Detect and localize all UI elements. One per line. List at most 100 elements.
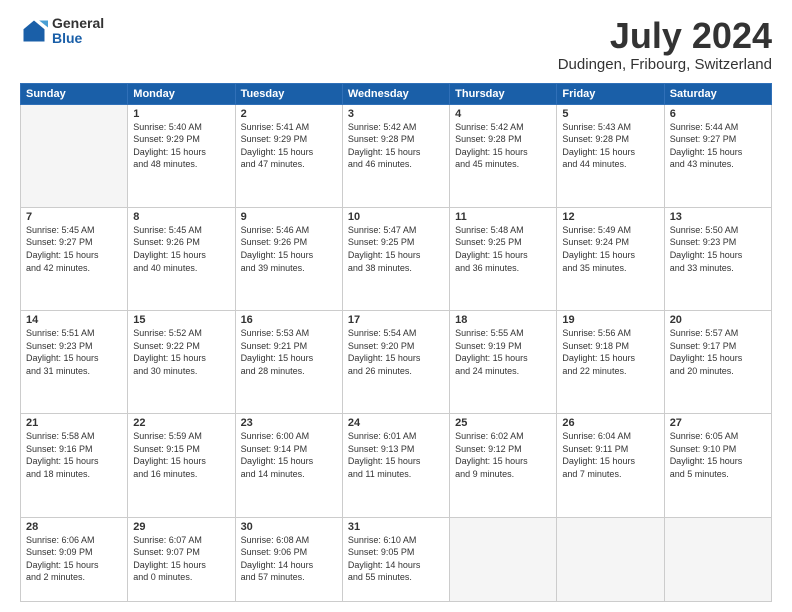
day-number: 13 xyxy=(670,211,766,223)
calendar-cell: 29Sunrise: 6:07 AM Sunset: 9:07 PM Dayli… xyxy=(128,517,235,601)
day-info: Sunrise: 5:45 AM Sunset: 9:26 PM Dayligh… xyxy=(133,224,229,274)
day-info: Sunrise: 5:45 AM Sunset: 9:27 PM Dayligh… xyxy=(26,224,122,274)
day-number: 4 xyxy=(455,108,551,120)
calendar-cell: 20Sunrise: 5:57 AM Sunset: 9:17 PM Dayli… xyxy=(664,311,771,414)
week-row-1: 1Sunrise: 5:40 AM Sunset: 9:29 PM Daylig… xyxy=(21,104,772,207)
calendar-cell xyxy=(557,517,664,601)
day-info: Sunrise: 6:06 AM Sunset: 9:09 PM Dayligh… xyxy=(26,534,122,584)
day-number: 19 xyxy=(562,314,658,326)
calendar-cell: 22Sunrise: 5:59 AM Sunset: 9:15 PM Dayli… xyxy=(128,414,235,517)
logo-blue: Blue xyxy=(52,31,104,46)
week-row-3: 14Sunrise: 5:51 AM Sunset: 9:23 PM Dayli… xyxy=(21,311,772,414)
day-info: Sunrise: 5:53 AM Sunset: 9:21 PM Dayligh… xyxy=(241,327,337,377)
day-info: Sunrise: 5:57 AM Sunset: 9:17 PM Dayligh… xyxy=(670,327,766,377)
calendar-cell: 8Sunrise: 5:45 AM Sunset: 9:26 PM Daylig… xyxy=(128,207,235,310)
day-number: 1 xyxy=(133,108,229,120)
calendar-cell: 7Sunrise: 5:45 AM Sunset: 9:27 PM Daylig… xyxy=(21,207,128,310)
day-number: 25 xyxy=(455,417,551,429)
day-info: Sunrise: 5:54 AM Sunset: 9:20 PM Dayligh… xyxy=(348,327,444,377)
calendar-cell: 15Sunrise: 5:52 AM Sunset: 9:22 PM Dayli… xyxy=(128,311,235,414)
calendar-cell: 28Sunrise: 6:06 AM Sunset: 9:09 PM Dayli… xyxy=(21,517,128,601)
calendar-cell: 9Sunrise: 5:46 AM Sunset: 9:26 PM Daylig… xyxy=(235,207,342,310)
day-info: Sunrise: 5:50 AM Sunset: 9:23 PM Dayligh… xyxy=(670,224,766,274)
calendar-cell: 1Sunrise: 5:40 AM Sunset: 9:29 PM Daylig… xyxy=(128,104,235,207)
day-number: 28 xyxy=(26,521,122,533)
logo: General Blue xyxy=(20,16,104,47)
calendar-cell: 12Sunrise: 5:49 AM Sunset: 9:24 PM Dayli… xyxy=(557,207,664,310)
day-number: 16 xyxy=(241,314,337,326)
day-number: 22 xyxy=(133,417,229,429)
day-number: 6 xyxy=(670,108,766,120)
day-info: Sunrise: 5:56 AM Sunset: 9:18 PM Dayligh… xyxy=(562,327,658,377)
day-number: 12 xyxy=(562,211,658,223)
calendar-cell: 2Sunrise: 5:41 AM Sunset: 9:29 PM Daylig… xyxy=(235,104,342,207)
calendar-cell: 3Sunrise: 5:42 AM Sunset: 9:28 PM Daylig… xyxy=(342,104,449,207)
calendar-cell: 24Sunrise: 6:01 AM Sunset: 9:13 PM Dayli… xyxy=(342,414,449,517)
day-info: Sunrise: 5:51 AM Sunset: 9:23 PM Dayligh… xyxy=(26,327,122,377)
logo-general: General xyxy=(52,16,104,31)
day-number: 21 xyxy=(26,417,122,429)
calendar-cell xyxy=(450,517,557,601)
day-info: Sunrise: 5:52 AM Sunset: 9:22 PM Dayligh… xyxy=(133,327,229,377)
day-number: 2 xyxy=(241,108,337,120)
day-info: Sunrise: 5:43 AM Sunset: 9:28 PM Dayligh… xyxy=(562,121,658,171)
day-number: 26 xyxy=(562,417,658,429)
location: Dudingen, Fribourg, Switzerland xyxy=(558,56,772,73)
header: General Blue July 2024 Dudingen, Fribour… xyxy=(20,16,772,73)
day-info: Sunrise: 5:58 AM Sunset: 9:16 PM Dayligh… xyxy=(26,430,122,480)
day-number: 23 xyxy=(241,417,337,429)
day-info: Sunrise: 6:04 AM Sunset: 9:11 PM Dayligh… xyxy=(562,430,658,480)
calendar-cell: 26Sunrise: 6:04 AM Sunset: 9:11 PM Dayli… xyxy=(557,414,664,517)
week-row-2: 7Sunrise: 5:45 AM Sunset: 9:27 PM Daylig… xyxy=(21,207,772,310)
calendar-cell: 4Sunrise: 5:42 AM Sunset: 9:28 PM Daylig… xyxy=(450,104,557,207)
day-info: Sunrise: 5:42 AM Sunset: 9:28 PM Dayligh… xyxy=(348,121,444,171)
calendar-cell xyxy=(21,104,128,207)
calendar-cell xyxy=(664,517,771,601)
day-number: 10 xyxy=(348,211,444,223)
col-friday: Friday xyxy=(557,83,664,104)
calendar-table: Sunday Monday Tuesday Wednesday Thursday… xyxy=(20,83,772,602)
header-row: Sunday Monday Tuesday Wednesday Thursday… xyxy=(21,83,772,104)
day-number: 5 xyxy=(562,108,658,120)
col-tuesday: Tuesday xyxy=(235,83,342,104)
day-number: 29 xyxy=(133,521,229,533)
logo-text: General Blue xyxy=(52,16,104,47)
day-info: Sunrise: 5:44 AM Sunset: 9:27 PM Dayligh… xyxy=(670,121,766,171)
calendar-cell: 31Sunrise: 6:10 AM Sunset: 9:05 PM Dayli… xyxy=(342,517,449,601)
day-number: 7 xyxy=(26,211,122,223)
col-monday: Monday xyxy=(128,83,235,104)
title-area: July 2024 Dudingen, Fribourg, Switzerlan… xyxy=(558,16,772,73)
day-info: Sunrise: 6:08 AM Sunset: 9:06 PM Dayligh… xyxy=(241,534,337,584)
day-info: Sunrise: 5:48 AM Sunset: 9:25 PM Dayligh… xyxy=(455,224,551,274)
calendar-cell: 25Sunrise: 6:02 AM Sunset: 9:12 PM Dayli… xyxy=(450,414,557,517)
logo-icon xyxy=(20,17,48,45)
day-number: 18 xyxy=(455,314,551,326)
calendar-cell: 17Sunrise: 5:54 AM Sunset: 9:20 PM Dayli… xyxy=(342,311,449,414)
calendar-cell: 19Sunrise: 5:56 AM Sunset: 9:18 PM Dayli… xyxy=(557,311,664,414)
day-number: 24 xyxy=(348,417,444,429)
calendar-header: Sunday Monday Tuesday Wednesday Thursday… xyxy=(21,83,772,104)
day-number: 8 xyxy=(133,211,229,223)
calendar-cell: 23Sunrise: 6:00 AM Sunset: 9:14 PM Dayli… xyxy=(235,414,342,517)
day-info: Sunrise: 5:47 AM Sunset: 9:25 PM Dayligh… xyxy=(348,224,444,274)
day-info: Sunrise: 5:59 AM Sunset: 9:15 PM Dayligh… xyxy=(133,430,229,480)
calendar-cell: 18Sunrise: 5:55 AM Sunset: 9:19 PM Dayli… xyxy=(450,311,557,414)
calendar-cell: 21Sunrise: 5:58 AM Sunset: 9:16 PM Dayli… xyxy=(21,414,128,517)
day-number: 27 xyxy=(670,417,766,429)
day-number: 20 xyxy=(670,314,766,326)
calendar-cell: 14Sunrise: 5:51 AM Sunset: 9:23 PM Dayli… xyxy=(21,311,128,414)
day-number: 3 xyxy=(348,108,444,120)
col-saturday: Saturday xyxy=(664,83,771,104)
week-row-4: 21Sunrise: 5:58 AM Sunset: 9:16 PM Dayli… xyxy=(21,414,772,517)
day-number: 14 xyxy=(26,314,122,326)
day-info: Sunrise: 6:10 AM Sunset: 9:05 PM Dayligh… xyxy=(348,534,444,584)
calendar-cell: 11Sunrise: 5:48 AM Sunset: 9:25 PM Dayli… xyxy=(450,207,557,310)
day-number: 15 xyxy=(133,314,229,326)
day-number: 11 xyxy=(455,211,551,223)
day-info: Sunrise: 5:42 AM Sunset: 9:28 PM Dayligh… xyxy=(455,121,551,171)
day-info: Sunrise: 5:46 AM Sunset: 9:26 PM Dayligh… xyxy=(241,224,337,274)
day-number: 30 xyxy=(241,521,337,533)
day-number: 31 xyxy=(348,521,444,533)
col-wednesday: Wednesday xyxy=(342,83,449,104)
calendar-cell: 5Sunrise: 5:43 AM Sunset: 9:28 PM Daylig… xyxy=(557,104,664,207)
